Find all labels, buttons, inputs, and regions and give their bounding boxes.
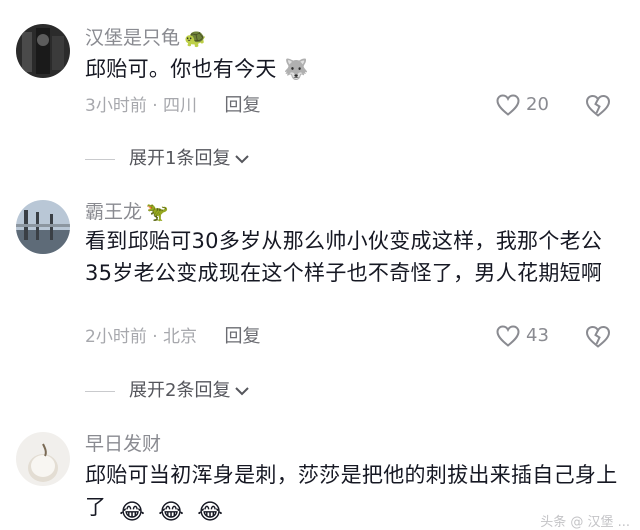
comment-username[interactable]: 早日发财 <box>85 432 161 456</box>
username-text: 汉堡是只龟 <box>85 27 181 49</box>
avatar[interactable] <box>16 24 70 78</box>
meta-separator: · <box>152 327 158 347</box>
laughing-crying-emoji-icon: 😂 <box>119 500 146 525</box>
username-text: 霸王龙 <box>85 201 143 223</box>
wolf-emoji-icon: 🐺 <box>283 57 309 81</box>
comment-text[interactable]: 邱贻可。你也有今天 🐺 <box>85 53 620 85</box>
comment-username[interactable]: 霸王龙 🦖 <box>85 200 168 225</box>
dislike-button[interactable] <box>585 325 611 352</box>
comment-meta: 2小时前 · 北京 回复 <box>85 326 260 348</box>
comment-username[interactable]: 汉堡是只龟 🐢 <box>85 26 206 51</box>
dislike-button[interactable] <box>585 94 611 121</box>
comment-text[interactable]: 看到邱贻可30多岁从那么帅小伙变成这样，我那个老公35岁老公变成现在这个样子也不… <box>85 225 620 289</box>
like-button[interactable]: 43 <box>496 325 549 347</box>
comment-location: 四川 <box>163 96 198 116</box>
divider-line <box>85 390 115 392</box>
meta-separator: · <box>152 96 158 116</box>
expand-replies-label: 展开1条回复 <box>129 148 231 169</box>
turtle-emoji-icon: 🐢 <box>184 28 207 49</box>
reply-button[interactable]: 回复 <box>224 326 260 347</box>
like-button[interactable]: 20 <box>496 94 549 116</box>
divider-line <box>85 158 115 160</box>
broken-heart-icon <box>585 94 611 117</box>
laughing-crying-emoji-icon: 😂 <box>158 500 185 525</box>
reply-button[interactable]: 回复 <box>224 95 260 116</box>
expand-replies-label: 展开2条回复 <box>129 380 231 401</box>
expand-replies-button[interactable]: 展开1条回复 <box>85 148 250 170</box>
like-count: 20 <box>526 94 549 115</box>
heart-icon <box>496 325 520 347</box>
avatar[interactable] <box>16 200 70 254</box>
comment-meta: 3小时前 · 四川 回复 <box>85 95 260 117</box>
chevron-down-icon <box>235 387 250 396</box>
comment-location: 北京 <box>163 327 198 347</box>
dinosaur-emoji-icon: 🦖 <box>146 202 169 223</box>
laughing-crying-emoji-icon: 😂 <box>197 500 224 525</box>
expand-replies-button[interactable]: 展开2条回复 <box>85 380 250 402</box>
heart-icon <box>496 94 520 116</box>
comment-text-content: 邱贻可。你也有今天 <box>85 57 277 81</box>
comment-time: 2小时前 <box>85 327 147 347</box>
comment-time: 3小时前 <box>85 96 147 116</box>
avatar[interactable] <box>16 432 70 486</box>
like-count: 43 <box>526 325 549 346</box>
broken-heart-icon <box>585 325 611 348</box>
watermark: 头条 @ 汉堡 ... <box>540 515 630 530</box>
chevron-down-icon <box>235 155 250 164</box>
